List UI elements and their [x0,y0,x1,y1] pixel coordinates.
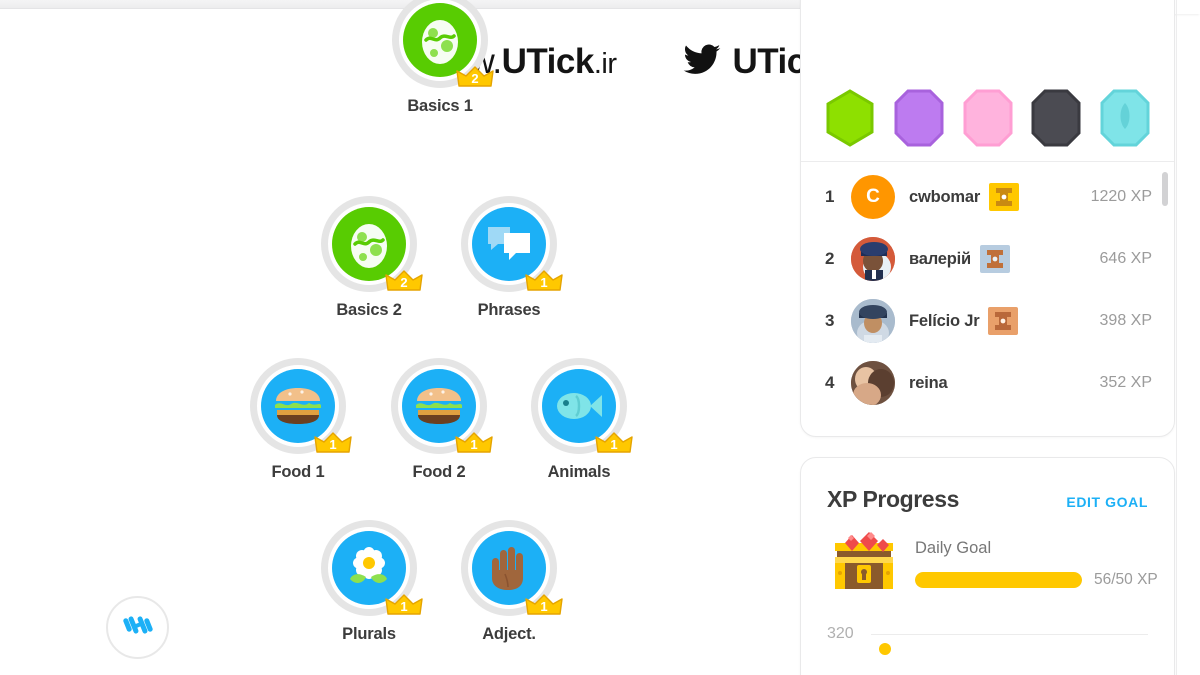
treasure-chest-icon [827,527,901,601]
skill-label: Animals [547,463,611,481]
chart-gridline-row: 320 [827,625,1148,643]
skill-label: Basics 2 [336,301,402,319]
green-league-gem-icon[interactable] [825,89,875,147]
skill-node[interactable]: 1 [461,196,563,292]
avatar [851,237,895,281]
user-name: reina [909,373,948,392]
skill-basics-1[interactable]: 2 Basics 1 [384,0,496,116]
user-name: cwbomar [909,187,981,206]
skill-label: Plurals [342,625,396,643]
crown-badge: 1 [314,430,352,456]
skill-label: Adject. [482,625,536,643]
purple-league-gem-icon[interactable] [894,89,944,147]
leaderboard-list: 1 C cwbomar 1220 XP 2 валерій 646 XP 3 F… [801,162,1174,414]
skill-node[interactable]: 1 [531,358,633,454]
xp-chart: 320 [801,625,1174,655]
skill-plurals[interactable]: 1 Plurals [313,520,425,644]
skill-label: Phrases [477,301,541,319]
skill-animals[interactable]: 1 Animals [523,358,635,482]
diamond-league-gem-icon[interactable] [1100,89,1150,147]
dumbbell-icon [121,608,155,647]
rank: 2 [825,249,835,268]
leaderboard-card: 1 C cwbomar 1220 XP 2 валерій 646 XP 3 F… [800,0,1175,437]
avatar [851,361,895,405]
crown-badge: 1 [385,592,423,618]
crown-badge: 2 [456,64,494,90]
xp-progress-card: XP Progress EDIT GOAL Daily Goal 56/50 X… [800,457,1175,675]
page-title: XP Progress [827,486,959,512]
skill-phrases[interactable]: 1 Phrases [453,196,565,320]
pink-league-gem-icon[interactable] [963,89,1013,147]
rank: 3 [825,311,835,330]
practice-button[interactable] [106,596,169,659]
crown-badge: 2 [385,268,423,294]
progress-text: 56/50 XP [1094,571,1158,588]
crown-level: 2 [471,71,479,86]
xp-value: 1220 XP [1090,188,1152,205]
crown-level: 2 [400,275,408,290]
daily-goal-label: Daily Goal [915,539,992,557]
crown-level: 1 [540,275,548,290]
table-row[interactable]: 3 Felício Jr 398 XP [801,290,1174,352]
daily-goal-row: Daily Goal 56/50 XP [801,513,1174,601]
skill-node[interactable]: 1 [391,358,493,454]
chart-data-point [879,643,891,655]
xp-progress-header: XP Progress EDIT GOAL [801,458,1174,513]
skill-label: Food 1 [271,463,325,481]
progress-bar [915,572,1082,588]
panel-divider [1176,0,1177,675]
skill-food-2[interactable]: 1 Food 2 [383,358,495,482]
rank: 4 [825,373,835,392]
table-row[interactable]: 1 C cwbomar 1220 XP [801,166,1174,228]
crown-level: 1 [329,437,337,452]
avatar: C [851,175,895,219]
leaderboard-scrollbar[interactable] [1162,172,1168,206]
xp-value: 398 XP [1099,312,1152,329]
skill-node[interactable]: 1 [250,358,352,454]
crown-badge: 1 [525,592,563,618]
edit-goal-button[interactable]: EDIT GOAL [1066,494,1148,510]
table-row[interactable]: 2 валерій 646 XP [801,228,1174,290]
crown-level: 1 [610,437,618,452]
xp-value: 352 XP [1099,374,1152,391]
skill-food-1[interactable]: 1 Food 1 [242,358,354,482]
league-badge-icon [988,307,1019,335]
league-badge-icon [979,245,1010,273]
league-badge-row [801,0,1174,161]
league-badge-icon [989,183,1020,211]
crown-level: 1 [540,599,548,614]
crown-level: 1 [400,599,408,614]
skill-node[interactable]: 2 [321,196,423,292]
crown-badge: 1 [595,430,633,456]
progress-row: 56/50 XP [915,571,1158,589]
app-screen: www.UTick.ir UTick_ir UTickir [0,0,1200,675]
crown-badge: 1 [455,430,493,456]
rank: 1 [825,187,835,206]
progress-bar-fill [915,572,1082,588]
crown-badge: 1 [525,268,563,294]
skill-adjectives[interactable]: 1 Adject. [453,520,565,644]
skill-tree: 2 Basics 1 2 Basics 2 1 Phrases 1 Food 1… [0,0,790,675]
avatar [851,299,895,343]
table-row[interactable]: 4 reina 352 XP [801,352,1174,414]
daily-goal-details: Daily Goal 56/50 XP [915,539,1158,589]
skill-node[interactable]: 1 [461,520,563,616]
chart-gridline [871,633,1148,635]
skill-basics-2[interactable]: 2 Basics 2 [313,196,425,320]
user-name: валерій [909,249,971,268]
skill-label: Food 2 [412,463,466,481]
skill-node[interactable]: 1 [321,520,423,616]
skill-label: Basics 1 [407,97,473,115]
obsidian-league-gem-icon[interactable] [1031,89,1081,147]
chart-y-tick: 320 [827,625,854,642]
skill-node[interactable]: 2 [392,0,494,88]
crown-level: 1 [470,437,478,452]
user-name: Felício Jr [909,311,980,330]
xp-value: 646 XP [1099,250,1152,267]
